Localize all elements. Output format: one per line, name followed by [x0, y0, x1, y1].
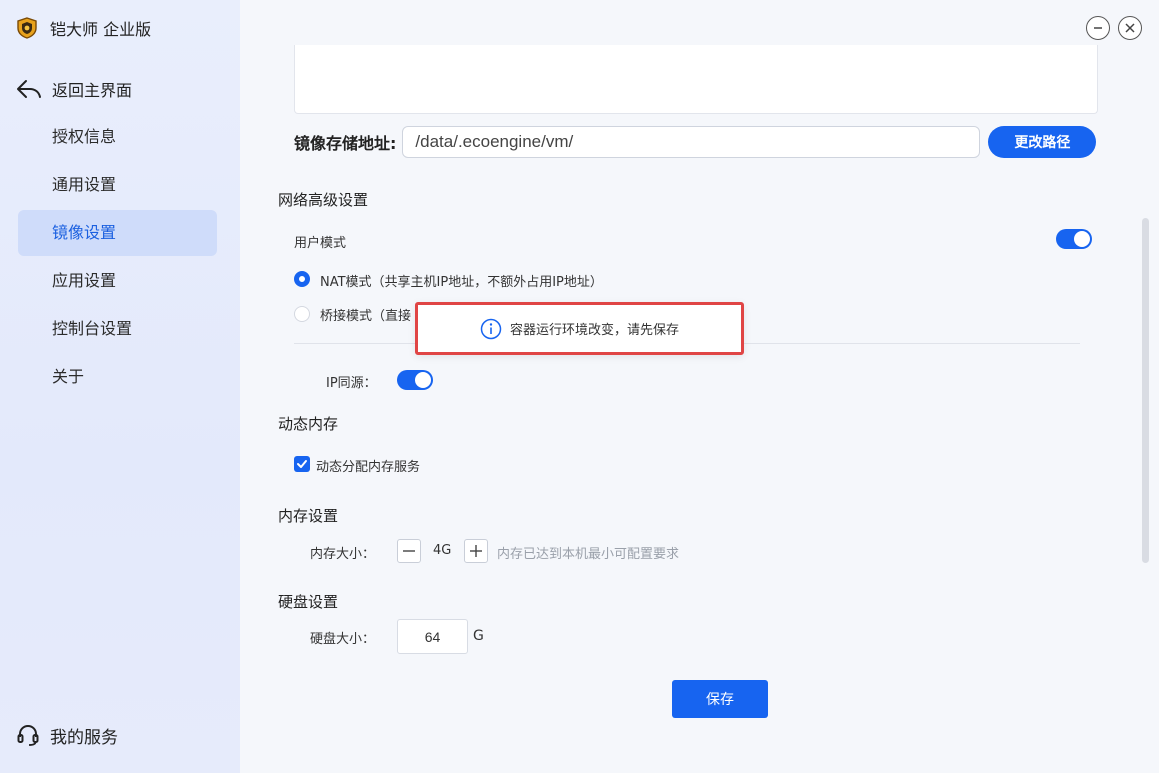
disk-size-unit: G [473, 628, 484, 644]
memory-size-value: 4G [433, 543, 452, 558]
info-icon [480, 318, 502, 339]
minus-icon [403, 550, 415, 552]
back-to-main-button[interactable]: 返回主界面 [16, 76, 132, 102]
user-mode-toggle[interactable] [1056, 229, 1092, 249]
sidebar-item-general[interactable]: 通用设置 [18, 162, 217, 208]
content-box-top [294, 45, 1098, 114]
memory-section-title: 内存设置 [278, 507, 339, 525]
checkmark-icon [297, 460, 307, 468]
dynamic-memory-title: 动态内存 [278, 415, 339, 433]
disk-size-input[interactable] [397, 619, 468, 654]
ip-same-source-toggle[interactable] [397, 370, 433, 390]
minimize-icon [1094, 27, 1102, 29]
disk-size-label: 硬盘大小： [310, 632, 376, 647]
my-service-button[interactable]: 我的服务 [16, 722, 118, 748]
memory-decrease-button[interactable] [397, 539, 421, 563]
nat-mode-label: NAT模式（共享主机IP地址，不额外占用IP地址） [320, 275, 603, 290]
dynamic-memory-checkbox[interactable] [294, 456, 310, 472]
image-storage-path-input[interactable] [402, 126, 981, 158]
sidebar-item-image[interactable]: 镜像设置 [18, 210, 217, 256]
headset-icon [17, 724, 39, 746]
sidebar-item-about[interactable]: 关于 [18, 354, 217, 400]
memory-increase-button[interactable] [464, 539, 488, 563]
plus-icon [470, 545, 482, 557]
network-section-title: 网络高级设置 [278, 191, 369, 209]
bridge-mode-radio[interactable] [294, 306, 310, 322]
memory-size-label: 内存大小： [310, 547, 376, 562]
main-panel: 镜像存储地址: 更改路径 网络高级设置 用户模式 NAT模式（共享主机IP地址，… [240, 0, 1159, 773]
dynamic-memory-label: 动态分配内存服务 [316, 460, 421, 475]
back-label: 返回主界面 [52, 81, 133, 100]
toast-message: 容器运行环境改变，请先保存 [415, 302, 744, 355]
ip-same-source-label: IP同源： [326, 376, 377, 391]
memory-hint: 内存已达到本机最小可配置要求 [497, 547, 680, 562]
brand: 铠大师 企业版 [16, 16, 151, 40]
nat-mode-radio[interactable] [294, 271, 310, 287]
app-window: 铠大师 企业版 返回主界面 授权信息 通用设置 镜像设置 应用设置 控制台设置 … [0, 0, 1159, 773]
sidebar-item-license[interactable]: 授权信息 [18, 114, 217, 160]
app-logo-icon [17, 17, 37, 39]
change-path-button[interactable]: 更改路径 [988, 126, 1097, 158]
sidebar-item-apps[interactable]: 应用设置 [18, 258, 217, 304]
image-storage-label: 镜像存储地址: [294, 134, 397, 153]
user-mode-label: 用户模式 [294, 236, 347, 251]
back-arrow-icon [17, 80, 41, 98]
disk-section-title: 硬盘设置 [278, 593, 339, 611]
sidebar-nav: 授权信息 通用设置 镜像设置 应用设置 控制台设置 关于 [18, 114, 217, 402]
my-service-label: 我的服务 [50, 727, 118, 748]
minimize-button[interactable] [1086, 16, 1110, 40]
bridge-mode-label: 桥接模式（直接 [320, 309, 412, 324]
sidebar: 铠大师 企业版 返回主界面 授权信息 通用设置 镜像设置 应用设置 控制台设置 … [0, 0, 240, 773]
close-button[interactable] [1118, 16, 1142, 40]
image-storage-row: 镜像存储地址: 更改路径 [294, 126, 1097, 158]
scrollbar[interactable] [1142, 218, 1149, 563]
app-title: 铠大师 企业版 [50, 20, 152, 39]
toast-text: 容器运行环境改变，请先保存 [509, 323, 679, 338]
close-icon [1125, 23, 1135, 33]
sidebar-item-console[interactable]: 控制台设置 [18, 306, 217, 352]
save-button[interactable]: 保存 [672, 680, 768, 718]
